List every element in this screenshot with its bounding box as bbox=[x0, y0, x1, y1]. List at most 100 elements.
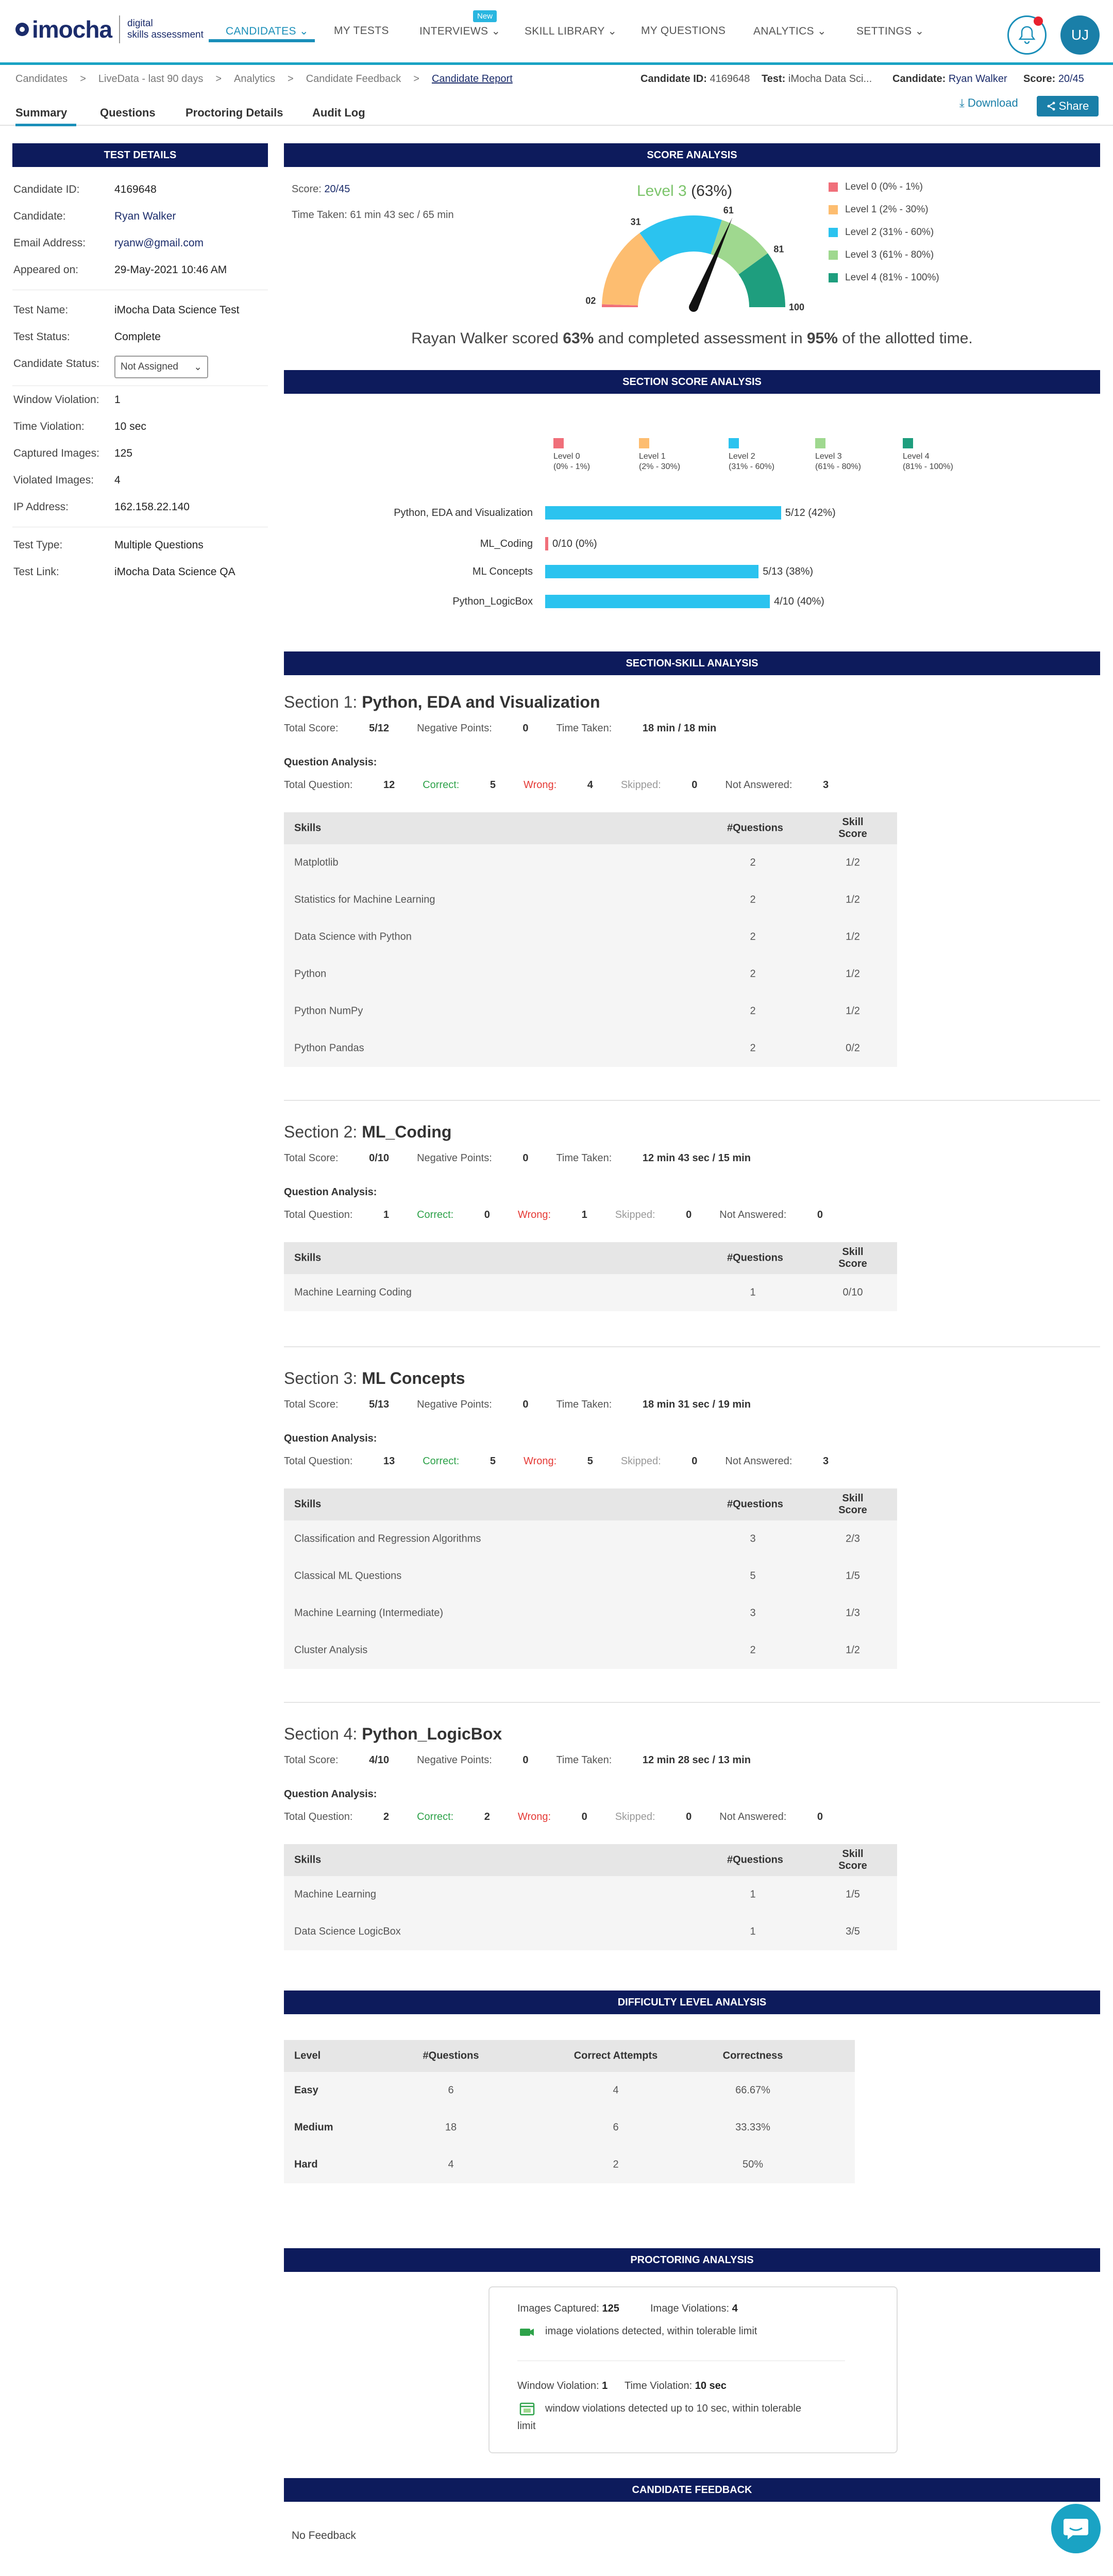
label: Time Taken: bbox=[556, 1754, 612, 1766]
tab-proctoring-details[interactable]: Proctoring Details bbox=[185, 106, 283, 120]
detail-label: Captured Images: bbox=[13, 447, 99, 459]
value: 18 min 31 sec / 19 min bbox=[642, 1399, 751, 1410]
question-analysis-heading: Question Analysis: bbox=[284, 1186, 377, 1198]
breadcrumb-separator: > bbox=[215, 73, 222, 85]
skill-score: 1/2 bbox=[846, 931, 860, 943]
summary-score: 63% bbox=[563, 330, 594, 347]
table-row: Classical ML Questions 5 1/5 bbox=[284, 1558, 897, 1595]
score-summary: Rayan Walker scored 63% and completed as… bbox=[284, 330, 1100, 347]
value: 0 bbox=[522, 1399, 529, 1410]
detail-label: Candidate ID: bbox=[13, 183, 80, 195]
label: Correct: bbox=[417, 1209, 454, 1220]
difficulty-table-header: Level #Questions Correct Attempts Correc… bbox=[284, 2040, 855, 2072]
meta-candidate-id: Candidate ID: 4169648 bbox=[640, 73, 750, 85]
legend-label: Level 3 bbox=[815, 452, 842, 461]
question-analysis-heading: Question Analysis: bbox=[284, 1788, 377, 1800]
value: 13 bbox=[383, 1456, 395, 1467]
legend-level-0: Level 0 (0% - 1%) bbox=[829, 181, 923, 193]
nav-my-tests[interactable]: MY TESTS bbox=[334, 25, 389, 37]
detail-value[interactable]: ryanw@gmail.com bbox=[114, 237, 204, 249]
detail-value[interactable]: iMocha Data Science QA bbox=[114, 566, 235, 578]
breadcrumb-analytics[interactable]: Analytics bbox=[234, 73, 275, 85]
legend-swatch bbox=[829, 182, 838, 192]
nav-skill-library-label: SKILL LIBRARY bbox=[525, 25, 605, 37]
nav-my-questions[interactable]: MY QUESTIONS bbox=[641, 25, 726, 37]
skill-score: 1/5 bbox=[846, 1888, 860, 1900]
time-violation-value: 10 sec bbox=[695, 2380, 727, 2391]
skills-table-header: Skills #Questions Skill Score bbox=[284, 812, 897, 844]
window-ok-icon bbox=[519, 2402, 535, 2416]
camera-ok-icon bbox=[520, 2329, 534, 2336]
nav-candidates[interactable]: CANDIDATES ⌄ bbox=[226, 25, 309, 38]
score-line: Score: 20/45 bbox=[292, 183, 350, 195]
skill-score: 1/2 bbox=[846, 1644, 860, 1656]
skill-name: Data Science with Python bbox=[294, 931, 412, 943]
breadcrumb-candidate-feedback[interactable]: Candidate Feedback bbox=[306, 73, 401, 85]
section-time-taken: Time Taken: 12 min 43 sec / 15 min bbox=[556, 1152, 751, 1164]
value: 0 bbox=[686, 1209, 692, 1220]
chevron-down-icon: ⌄ bbox=[817, 25, 827, 37]
skipped-count: Skipped: 0 bbox=[615, 1209, 692, 1221]
nav-interviews[interactable]: INTERVIEWS ⌄ bbox=[419, 25, 500, 38]
detail-value: 4 bbox=[114, 474, 121, 486]
section-bar bbox=[545, 537, 548, 550]
nav-analytics[interactable]: ANALYTICS ⌄ bbox=[753, 25, 827, 38]
breadcrumb-candidate-report[interactable]: Candidate Report bbox=[432, 73, 513, 85]
time-violation: Time Violation: 10 sec bbox=[625, 2380, 727, 2392]
logo-tagline-line-1: digital bbox=[127, 18, 153, 29]
download-button[interactable]: ⤓ Download bbox=[959, 96, 1018, 110]
label: Total Question: bbox=[284, 1811, 353, 1822]
skill-name: Matplotlib bbox=[294, 857, 339, 868]
column-header-skills: Skills bbox=[294, 1854, 322, 1866]
wrong-count: Wrong: 4 bbox=[524, 779, 593, 791]
logo-divider bbox=[119, 15, 121, 43]
imocha-logo[interactable]: imocha digital skills assessment bbox=[15, 15, 204, 43]
gauge-arcs bbox=[602, 215, 785, 307]
section-name: ML Concepts bbox=[362, 1369, 465, 1387]
section-bar bbox=[545, 506, 781, 520]
candidate-status-select[interactable]: Not Assigned ⌄ bbox=[114, 356, 208, 378]
section-total-score: Total Score: 5/12 bbox=[284, 723, 389, 734]
label: Total Score: bbox=[284, 1754, 339, 1766]
chevron-down-icon: ⌄ bbox=[194, 362, 202, 373]
tab-audit-log[interactable]: Audit Log bbox=[312, 106, 365, 120]
column-header-skill-score: Skill Score bbox=[838, 1848, 867, 1871]
window-violation-value: 1 bbox=[602, 2380, 608, 2391]
label: Correct: bbox=[417, 1811, 454, 1822]
table-row: Python Pandas 2 0/2 bbox=[284, 1030, 897, 1067]
nav-settings[interactable]: SETTINGS ⌄ bbox=[856, 25, 924, 38]
tab-questions[interactable]: Questions bbox=[100, 106, 156, 120]
skipped-count: Skipped: 0 bbox=[621, 1456, 698, 1467]
tab-summary[interactable]: Summary bbox=[15, 106, 67, 120]
meta-test-value: iMocha Data Sci... bbox=[788, 73, 872, 85]
difficulty-level: Medium bbox=[294, 2121, 333, 2133]
label: Time Taken: bbox=[556, 723, 612, 734]
skill-name: Data Science LogicBox bbox=[294, 1926, 401, 1937]
skills-table-header: Skills #Questions Skill Score bbox=[284, 1488, 897, 1520]
skill-score: 1/2 bbox=[846, 1005, 860, 1017]
chat-widget-button[interactable] bbox=[1051, 2504, 1101, 2553]
legend-level-4: Level 4 (81% - 100%) bbox=[829, 272, 939, 283]
meta-score: Score: 20/45 bbox=[1023, 73, 1084, 85]
nav-skill-library[interactable]: SKILL LIBRARY ⌄ bbox=[525, 25, 617, 38]
summary-text: of the allotted time. bbox=[837, 330, 973, 347]
breadcrumb-candidates[interactable]: Candidates bbox=[15, 73, 68, 85]
total-questions: Total Question: 2 bbox=[284, 1811, 389, 1823]
section-total-score: Total Score: 0/10 bbox=[284, 1152, 389, 1164]
gauge-tick-label: 100 bbox=[789, 302, 804, 312]
value: 1 bbox=[581, 1209, 587, 1220]
bell-icon bbox=[1018, 26, 1036, 44]
breadcrumb-livedata[interactable]: LiveData - last 90 days bbox=[98, 73, 203, 85]
user-avatar[interactable]: UJ bbox=[1060, 15, 1100, 55]
table-row: Data Science LogicBox 1 3/5 bbox=[284, 1913, 897, 1950]
detail-value: 10 sec bbox=[114, 421, 146, 432]
wrong-count: Wrong: 5 bbox=[524, 1456, 593, 1467]
share-button[interactable]: Share bbox=[1037, 96, 1099, 116]
skill-score: 1/2 bbox=[846, 857, 860, 868]
detail-label: Time Violation: bbox=[13, 421, 85, 432]
question-analysis-line: Total Question: 2 Correct: 2 Wrong: 0 Sk… bbox=[284, 1811, 851, 1823]
logo-tagline-line-2: skills assessment bbox=[127, 29, 204, 40]
value: 0 bbox=[522, 1754, 529, 1766]
detail-value: Multiple Questions bbox=[114, 539, 204, 551]
skill-question-count: 3 bbox=[750, 1533, 756, 1545]
